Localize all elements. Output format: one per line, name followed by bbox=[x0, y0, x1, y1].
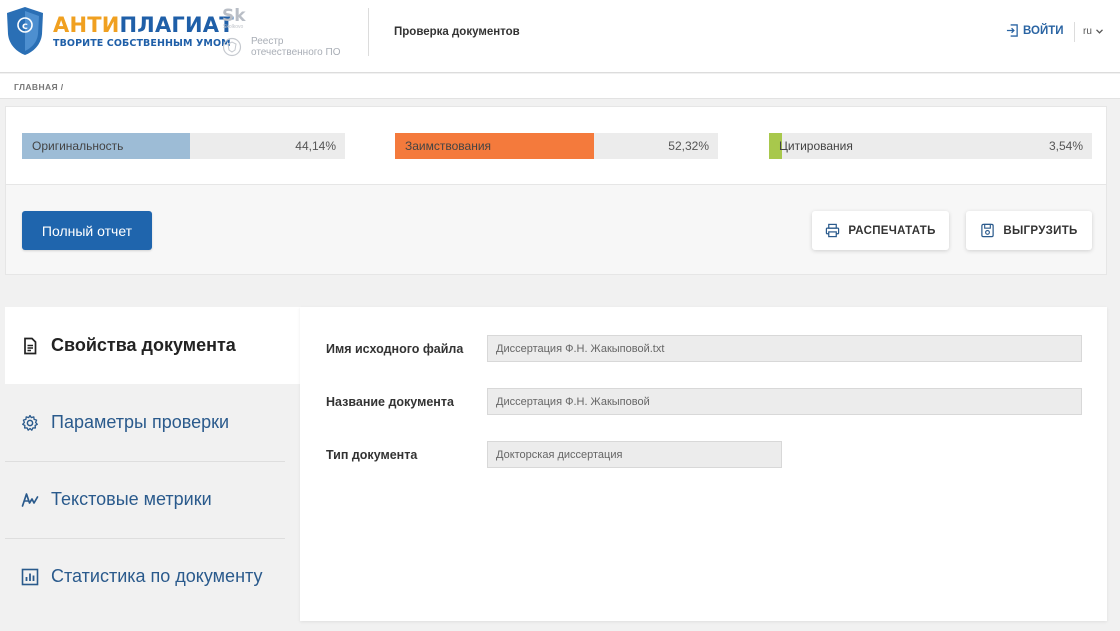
print-button[interactable]: РАСПЕЧАТАТЬ bbox=[812, 211, 949, 250]
full-report-button[interactable]: Полный отчет bbox=[22, 211, 152, 250]
skolkovo-logo: Sk bbox=[222, 6, 246, 26]
top-header: c АНТИПЛАГИАТ ТВОРИТЕ СОБСТВЕННЫМ УМОМ S… bbox=[0, 0, 1120, 73]
export-button[interactable]: ВЫГРУЗИТЬ bbox=[966, 211, 1092, 250]
citations-value: 3,54% bbox=[1048, 139, 1083, 153]
brand-slogan: ТВОРИТЕ СОБСТВЕННЫМ УМОМ bbox=[53, 38, 231, 49]
sidebar-item-check-parameters[interactable]: Параметры проверки bbox=[5, 384, 285, 461]
sidebar-item-document-properties[interactable]: Свойства документа bbox=[5, 307, 300, 384]
originality-value: 44,14% bbox=[295, 139, 336, 153]
property-row: Имя исходного файла Диссертация Ф.Н. Жак… bbox=[326, 335, 1082, 362]
document-type-field[interactable]: Докторская диссертация bbox=[487, 441, 782, 468]
export-label: ВЫГРУЗИТЬ bbox=[1003, 224, 1078, 237]
reestr-line1: Реестр bbox=[251, 36, 284, 47]
antiplagiat-shield-logo[interactable]: c bbox=[5, 6, 45, 56]
printer-icon bbox=[826, 223, 840, 238]
lang-divider bbox=[1074, 22, 1075, 42]
breadcrumb-bar: ГЛАВНАЯ / bbox=[0, 74, 1120, 99]
reestr-caption: Реестр отечественного ПО bbox=[251, 36, 341, 58]
breadcrumb[interactable]: ГЛАВНАЯ / bbox=[14, 82, 64, 92]
russian-emblem-icon bbox=[222, 37, 242, 57]
sidebar-item-label: Статистика по документу bbox=[51, 566, 263, 586]
chevron-down-icon bbox=[1095, 29, 1103, 34]
brand-suffix: ПЛАГИАТ bbox=[119, 13, 234, 37]
gear-icon bbox=[22, 414, 38, 431]
borrowings-value: 52,32% bbox=[668, 139, 709, 153]
property-key: Тип документа bbox=[326, 447, 418, 462]
originality-label: Оригинальность bbox=[32, 139, 124, 153]
document-properties-panel: Имя исходного файла Диссертация Ф.Н. Жак… bbox=[300, 307, 1107, 621]
reestr-line2: отечественного ПО bbox=[251, 47, 341, 58]
property-key: Имя исходного файла bbox=[326, 341, 464, 356]
page-section-title[interactable]: Проверка документов bbox=[394, 26, 520, 38]
brand-prefix: АНТИ bbox=[53, 13, 120, 37]
borrowings-stat: Заимствования 52,32% bbox=[395, 133, 718, 159]
property-row: Название документа Диссертация Ф.Н. Жакы… bbox=[326, 388, 1082, 415]
sidebar-item-label: Свойства документа bbox=[51, 335, 236, 355]
login-button[interactable]: ВОЙТИ bbox=[1006, 24, 1064, 37]
document-icon bbox=[24, 337, 37, 354]
sidebar-item-text-metrics[interactable]: Текстовые метрики bbox=[5, 461, 285, 538]
brand-logo[interactable]: АНТИПЛАГИАТ ТВОРИТЕ СОБСТВЕННЫМ УМОМ bbox=[53, 13, 234, 49]
document-name-field[interactable]: Диссертация Ф.Н. Жакыповой bbox=[487, 388, 1082, 415]
source-filename-field[interactable]: Диссертация Ф.Н. Жакыповой.txt bbox=[487, 335, 1082, 362]
property-row: Тип документа Докторская диссертация bbox=[326, 441, 782, 468]
originality-stat: Оригинальность 44,14% bbox=[22, 133, 345, 159]
sidebar-item-label: Параметры проверки bbox=[51, 412, 230, 432]
login-label: ВОЙТИ bbox=[1023, 24, 1064, 37]
svg-text:c: c bbox=[22, 21, 28, 32]
bar-chart-icon bbox=[21, 568, 39, 585]
sidebar-item-label: Текстовые метрики bbox=[51, 489, 212, 509]
language-value: ru bbox=[1083, 26, 1092, 37]
document-sidebar: Свойства документа Параметры проверки Те… bbox=[0, 307, 300, 631]
citations-stat: Цитирования 3,54% bbox=[769, 133, 1092, 159]
brand-title: АНТИПЛАГИАТ bbox=[53, 13, 234, 37]
print-label: РАСПЕЧАТАТЬ bbox=[848, 224, 936, 237]
property-key: Название документа bbox=[326, 394, 454, 409]
skolkovo-caption: Skolkovo bbox=[223, 24, 244, 30]
language-selector[interactable]: ru bbox=[1083, 26, 1103, 37]
login-icon bbox=[1006, 24, 1018, 37]
stats-bar-row: Оригинальность 44,14% Заимствования 52,3… bbox=[6, 107, 1106, 185]
borrowings-label: Заимствования bbox=[405, 139, 492, 153]
sidebar-item-document-statistics[interactable]: Статистика по документу bbox=[5, 538, 285, 615]
citations-label: Цитирования bbox=[779, 139, 853, 153]
save-icon bbox=[981, 223, 995, 238]
report-summary-panel: Оригинальность 44,14% Заимствования 52,3… bbox=[5, 106, 1107, 275]
header-divider bbox=[368, 8, 369, 56]
text-metrics-icon bbox=[21, 492, 39, 507]
